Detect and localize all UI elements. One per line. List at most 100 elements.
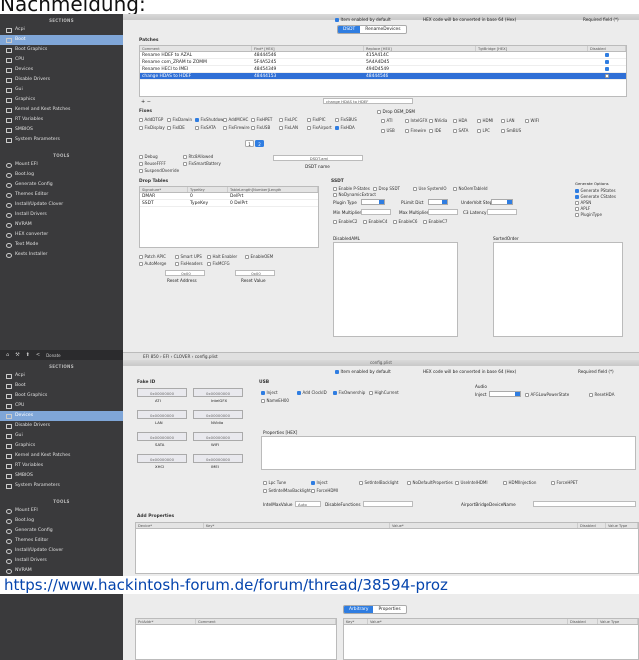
undervolt-select[interactable] — [491, 199, 513, 205]
properties-hex-field[interactable] — [261, 436, 636, 470]
fake-id-field-ati[interactable]: 0x00000000 — [137, 388, 187, 397]
fix-fixide[interactable]: FixIDE — [167, 125, 185, 130]
patch-apic-option[interactable]: Patch APIC — [139, 254, 166, 259]
sidebar-item-acpi[interactable]: Acpi — [0, 25, 123, 35]
tab-arbitrary[interactable]: Arbitrary — [344, 606, 374, 613]
sidebar-item-gui[interactable]: Gui — [0, 431, 123, 441]
tool-item-nvram[interactable]: NVRAM — [0, 566, 123, 576]
audio-inject-select[interactable] — [489, 391, 521, 397]
ssdt-enablec6[interactable]: EnableC6 — [393, 219, 417, 224]
fake-id-field-imei[interactable]: 0x00000000 — [193, 454, 243, 463]
tool-item-boot-log[interactable]: Boot.log — [0, 516, 123, 526]
fake-id-field-intelgfx[interactable]: 0x00000000 — [193, 388, 243, 397]
sidebar-item-rt-variables[interactable]: RT Variables — [0, 461, 123, 471]
gfx-inject[interactable]: Inject — [311, 480, 328, 485]
disabled-checkbox[interactable] — [605, 59, 610, 64]
plugin-type-select[interactable] — [361, 199, 385, 205]
disabled-aml-list[interactable] — [333, 242, 458, 337]
reset-hda-option[interactable]: ResetHDA — [589, 392, 614, 397]
table-row[interactable]: SSDT TypeKey 0 DelPrt — [140, 200, 318, 207]
fake-id-field-lan[interactable]: 0x00000000 — [137, 410, 187, 419]
tool-item-text-mode[interactable]: Text Mode — [0, 240, 123, 250]
c3-latency-field[interactable] — [487, 209, 517, 215]
fix-fixdarwin[interactable]: FixDarwin — [167, 117, 192, 122]
usb-fixownership[interactable]: FixOwnership — [333, 390, 365, 395]
fix-fixhda[interactable]: FixHDA — [335, 125, 355, 130]
ssdt-enablec7[interactable]: EnableC7 — [423, 219, 447, 224]
fix-fixairport[interactable]: FixAirport — [307, 125, 332, 130]
sidebar-item-graphics[interactable]: Graphics — [0, 95, 123, 105]
tool-item-mount-efi[interactable]: Mount EFI — [0, 160, 123, 170]
fake-id-field-wifi[interactable]: 0x00000000 — [193, 432, 243, 441]
sidebar-item-graphics[interactable]: Graphics — [0, 441, 123, 451]
fix-fixdisplay[interactable]: FixDisplay — [139, 125, 165, 130]
rtc8-option[interactable]: Rtc8Allowed — [183, 154, 213, 159]
add-remove-controls[interactable]: + − — [141, 99, 151, 105]
intel-max-value-field[interactable]: Auto — [295, 501, 321, 507]
tool-item-install-drivers[interactable]: Install Drivers — [0, 556, 123, 566]
fake-id-field-sata[interactable]: 0x00000000 — [137, 432, 187, 441]
generate-generate cstates[interactable]: Generate CStates — [575, 194, 616, 199]
sidebar-item-boot[interactable]: Boot — [0, 381, 123, 391]
drop-oem-hdmi[interactable]: HDMI — [477, 118, 493, 123]
fix-fixlan[interactable]: FixLAN — [279, 125, 298, 130]
tab-properties[interactable]: Properties — [373, 606, 406, 613]
sidebar-item-devices[interactable]: Devices — [0, 65, 123, 75]
ssdt-enablec4[interactable]: EnableC4 — [363, 219, 387, 224]
reset-value-field[interactable]: 0x00 — [235, 270, 275, 276]
fake-id-field-xhci[interactable]: 0x00000000 — [137, 454, 187, 463]
tool-item-mount-efi[interactable]: Mount EFI — [0, 506, 123, 516]
drop-oem-wifi[interactable]: WIFI — [525, 118, 539, 123]
ssdt-enablec2[interactable]: EnableC2 — [333, 219, 357, 224]
fix-fixfirewire[interactable]: FixFirewire — [223, 125, 250, 130]
drop-oem-firewire[interactable]: Firewire — [405, 128, 426, 133]
drop-oem-lan[interactable]: LAN — [501, 118, 515, 123]
fix-fixshutdown[interactable]: FixShutdown — [195, 117, 226, 122]
sidebar-item-kernel-and-kext-patches[interactable]: Kernel and Kext Patches — [0, 451, 123, 461]
halt-enabler-option[interactable]: Halt Enabler — [207, 254, 237, 259]
sidebar-item-kernel-and-kext-patches[interactable]: Kernel and Kext Patches — [0, 105, 123, 115]
change-field[interactable]: change HDAS to HDEF — [323, 98, 413, 104]
tab-rename-devices[interactable]: RenameDevices — [360, 26, 406, 33]
home-icon[interactable]: ⌂ — [6, 352, 9, 358]
table-row[interactable]: Rename HECI to IMEI 48454349 494D4549 — [140, 66, 626, 73]
gfx-lpc-tune[interactable]: Lpc Tune — [263, 480, 286, 485]
drop-oem-intelgfx[interactable]: IntelGFX — [405, 118, 428, 123]
debug-option[interactable]: Debug — [139, 154, 158, 159]
sidebar-item-gui[interactable]: Gui — [0, 85, 123, 95]
fix-adddtgp[interactable]: AddDTGP — [139, 117, 163, 122]
tool-item-boot-log[interactable]: Boot.log — [0, 170, 123, 180]
gfx-setintelmaxbacklight[interactable]: SetIntelMaxBacklight — [263, 488, 311, 493]
disable-functions-field[interactable] — [363, 501, 413, 507]
fake-id-field-nvidia[interactable]: 0x00000000 — [193, 410, 243, 419]
donate-button[interactable]: Donate — [46, 353, 61, 358]
sidebar-item-system-parameters[interactable]: System Parameters — [0, 135, 123, 145]
drop-oem-smbus[interactable]: SmBUS — [501, 128, 521, 133]
gfx-nodefaultproperties[interactable]: NoDefaultProperties — [407, 480, 453, 485]
usb-highcurrent[interactable]: HighCurrent — [369, 390, 399, 395]
ssdt-nooemtableid[interactable]: NoOemTableId — [453, 186, 488, 191]
drop-oem-ide[interactable]: IDE — [429, 128, 441, 133]
drop-oem-sata[interactable]: SATA — [453, 128, 468, 133]
sidebar-item-boot[interactable]: Boot — [0, 35, 123, 45]
disabled-checkbox[interactable] — [605, 73, 610, 78]
disabled-checkbox[interactable] — [605, 52, 610, 57]
drop-oem-checkbox[interactable] — [377, 110, 381, 114]
generate-aplf[interactable]: APLF — [575, 206, 590, 211]
fix-fixusb[interactable]: FixUSB — [251, 125, 270, 130]
ssdt-use-systemio[interactable]: Use SystemIO — [413, 186, 447, 191]
dsdt-name-field[interactable]: DSDT.aml — [273, 155, 363, 161]
smart-ups-option[interactable]: Smart UPS — [175, 254, 202, 259]
usb-inject[interactable]: Inject — [261, 390, 278, 395]
drop-oem-hda[interactable]: HDA — [453, 118, 467, 123]
sidebar-item-acpi[interactable]: Acpi — [0, 371, 123, 381]
sidebar-item-cpu[interactable]: CPU — [0, 55, 123, 65]
tool-item-kexts-installer[interactable]: Kexts Installer — [0, 250, 123, 260]
sidebar-item-rt-variables[interactable]: RT Variables — [0, 115, 123, 125]
reset-address-field[interactable]: 0x00 — [165, 270, 205, 276]
fix-mcfg-option[interactable]: FixMCFG — [207, 261, 230, 266]
sidebar-item-disable-drivers[interactable]: Disable Drivers — [0, 75, 123, 85]
airport-bridge-field[interactable] — [533, 501, 636, 507]
share-icon[interactable]: < — [36, 352, 40, 358]
min-multiplier-field[interactable] — [361, 209, 391, 215]
